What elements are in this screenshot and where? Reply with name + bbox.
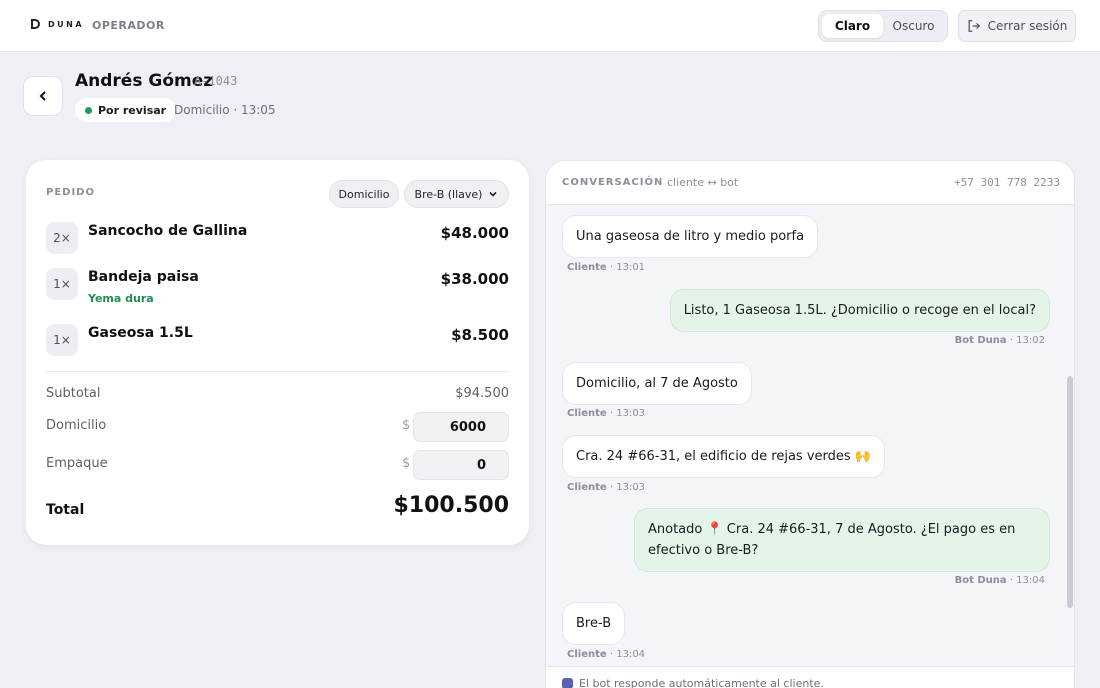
item-name: Sancocho de Gallina: [88, 223, 248, 239]
logout-label: Cerrar sesión: [987, 19, 1068, 33]
message-time: 13:01: [616, 262, 646, 273]
theme-dark-option[interactable]: Oscuro: [883, 14, 944, 38]
conversation-subtitle: cliente ↔ bot: [667, 176, 739, 189]
packaging-label: Empaque: [46, 456, 108, 471]
message-bubble-client: Bre-B: [562, 602, 626, 645]
bot-icon: [562, 678, 573, 688]
customer-name: Andrés Gómez: [75, 71, 214, 91]
item-name: Gaseosa 1.5L: [88, 325, 193, 341]
message-bubble-client: Domicilio, al 7 de Agosto: [562, 362, 752, 405]
item-quantity: 1×: [46, 268, 78, 300]
conversation-header: CONVERSACIÓN cliente ↔ bot +57 301 778 2…: [546, 161, 1074, 205]
brand-name: DUNA: [48, 19, 85, 29]
conversation-title: CONVERSACIÓN: [562, 177, 664, 188]
conversation-footer: El bot responde automáticamente al clien…: [546, 666, 1074, 688]
status-dot-icon: [85, 106, 92, 114]
message-meta: Cliente · 13:04: [567, 649, 646, 660]
brand[interactable]: DUNA: [30, 18, 84, 30]
item-price: $38.000: [440, 270, 509, 288]
message-bubble-bot: Listo, 1 Gaseosa 1.5L. ¿Domicilio o reco…: [669, 289, 1050, 332]
order-card: PEDIDO Domicilio Bre-B (llave) 2× Sancoc…: [26, 160, 529, 545]
message-meta: Cliente · 13:03: [567, 482, 646, 493]
packaging-input[interactable]: [413, 450, 509, 480]
message-author: Cliente: [567, 408, 607, 419]
status-label: Por revisar: [98, 103, 167, 117]
total-value: $100.500: [393, 493, 509, 518]
message-meta: Bot Duna · 13:02: [954, 335, 1045, 346]
message-author: Bot Duna: [954, 335, 1007, 346]
total-label: Total: [46, 502, 85, 518]
order-item: 1× Gaseosa 1.5L $8.500: [46, 324, 509, 360]
message-bubble-client: Cra. 24 #66-31, el edificio de rejas ver…: [562, 435, 885, 478]
back-button[interactable]: [23, 76, 63, 116]
message-author: Bot Duna: [954, 575, 1007, 586]
message-time: 13:04: [1016, 575, 1045, 586]
payment-method-label: Bre-B (llave): [414, 187, 483, 201]
status-badge: Por revisar: [75, 98, 177, 122]
order-code: A-1043: [194, 74, 238, 88]
message-time: 13:04: [616, 649, 646, 660]
order-card-label: PEDIDO: [46, 187, 95, 198]
currency-symbol: $: [402, 418, 411, 433]
message-bubble-bot: Anotado 📍 Cra. 24 #66-31, 7 de Agosto. ¿…: [634, 508, 1050, 572]
order-item: 2× Sancocho de Gallina $48.000: [46, 222, 509, 262]
message-meta: Cliente · 13:03: [567, 408, 646, 419]
logout-icon: [968, 20, 980, 32]
footer-note-text: El bot responde automáticamente al clien…: [579, 677, 824, 688]
delivery-type-pill[interactable]: Domicilio: [329, 180, 399, 208]
message-time: 13:02: [1016, 335, 1045, 346]
message-author: Cliente: [567, 262, 607, 273]
conversation-panel: CONVERSACIÓN cliente ↔ bot +57 301 778 2…: [545, 160, 1075, 688]
customer-phone: +57 301 778 2233: [954, 176, 1060, 189]
subtotal-value: $94.500: [455, 386, 509, 401]
delivery-fee-input[interactable]: [413, 412, 509, 442]
item-price: $8.500: [451, 326, 509, 344]
message-meta: Cliente · 13:01: [567, 262, 646, 273]
chevron-left-icon: [39, 91, 46, 101]
item-price: $48.000: [440, 224, 509, 242]
delivery-fee-label: Domicilio: [46, 418, 107, 433]
payment-method-select[interactable]: Bre-B (llave): [404, 180, 509, 208]
duna-logo-icon: [31, 19, 40, 29]
item-note: Yema dura: [88, 292, 154, 305]
order-item: 1× Bandeja paisa Yema dura $38.000: [46, 268, 509, 316]
item-quantity: 1×: [46, 324, 78, 356]
logout-button[interactable]: Cerrar sesión: [958, 10, 1076, 42]
message-author: Cliente: [567, 482, 607, 493]
divider: [46, 371, 509, 372]
item-name: Bandeja paisa: [88, 269, 199, 285]
item-quantity: 2×: [46, 222, 78, 254]
conversation-scrollbar[interactable]: [1067, 376, 1073, 608]
subtotal-label: Subtotal: [46, 386, 101, 401]
currency-symbol: $: [402, 456, 411, 471]
message-bubble-client: Una gaseosa de litro y medio porfa: [562, 215, 819, 258]
top-bar: DUNA OPERADOR Claro Oscuro Cerrar sesión: [0, 0, 1100, 52]
order-meta: Domicilio · 13:05: [174, 103, 276, 117]
message-time: 13:03: [616, 482, 646, 493]
message-time: 13:03: [616, 408, 646, 419]
theme-light-option[interactable]: Claro: [822, 14, 883, 38]
bot-auto-reply-note: El bot responde automáticamente al clien…: [562, 677, 824, 688]
role-label: OPERADOR: [92, 19, 165, 32]
theme-toggle[interactable]: Claro Oscuro: [818, 10, 948, 42]
chevron-down-icon: [489, 191, 498, 197]
message-author: Cliente: [567, 649, 607, 660]
message-meta: Bot Duna · 13:04: [954, 575, 1045, 586]
